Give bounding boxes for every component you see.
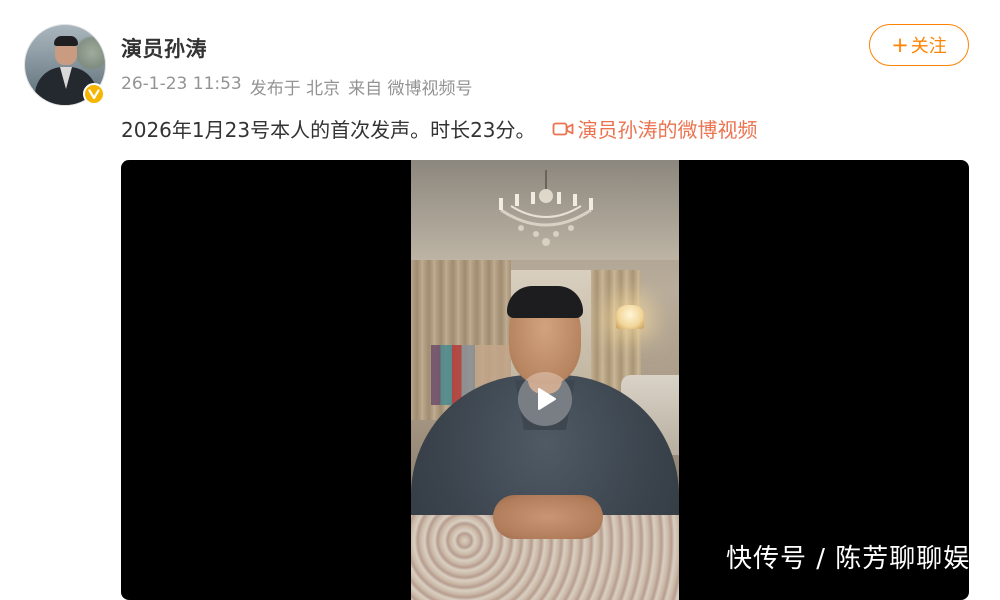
thumbnail-person-hair — [507, 286, 583, 318]
video-camera-icon — [552, 122, 573, 135]
post-meta: 26-1-23 11:53 发布于 北京 来自 微博视频号 — [121, 74, 473, 99]
post-location: 发布于 北京 — [249, 79, 341, 99]
verified-badge-icon — [83, 83, 105, 105]
chandelier-icon — [499, 170, 593, 246]
video-source-link[interactable]: 演员孙涛的微博视频 — [552, 114, 758, 143]
avatar-background — [77, 33, 105, 73]
avatar-hair — [54, 36, 78, 46]
follow-button[interactable]: + 关注 — [869, 24, 969, 66]
play-icon — [538, 388, 556, 410]
post-body-text: 2026年1月23号本人的首次发声。时长23分。 — [121, 118, 536, 142]
video-player[interactable]: 快传号 / 陈芳聊聊娱 — [121, 160, 969, 600]
plus-icon: + — [891, 32, 909, 57]
post-content: 2026年1月23号本人的首次发声。时长23分。 演员孙涛的微博视频 — [121, 114, 758, 143]
thumbnail-person-hands — [493, 495, 603, 539]
play-button[interactable] — [518, 372, 572, 426]
watermark-text: 快传号 / 陈芳聊聊娱 — [726, 544, 969, 574]
follow-button-label: 关注 — [910, 36, 947, 57]
author-name[interactable]: 演员孙涛 — [121, 33, 207, 63]
verified-v-icon — [88, 89, 100, 100]
post-timestamp[interactable]: 26-1-23 11:53 — [121, 74, 242, 99]
post-source[interactable]: 来自 微博视频号 — [348, 74, 472, 99]
thumbnail-lamp — [616, 305, 644, 329]
video-source-label: 演员孙涛的微博视频 — [577, 118, 758, 142]
